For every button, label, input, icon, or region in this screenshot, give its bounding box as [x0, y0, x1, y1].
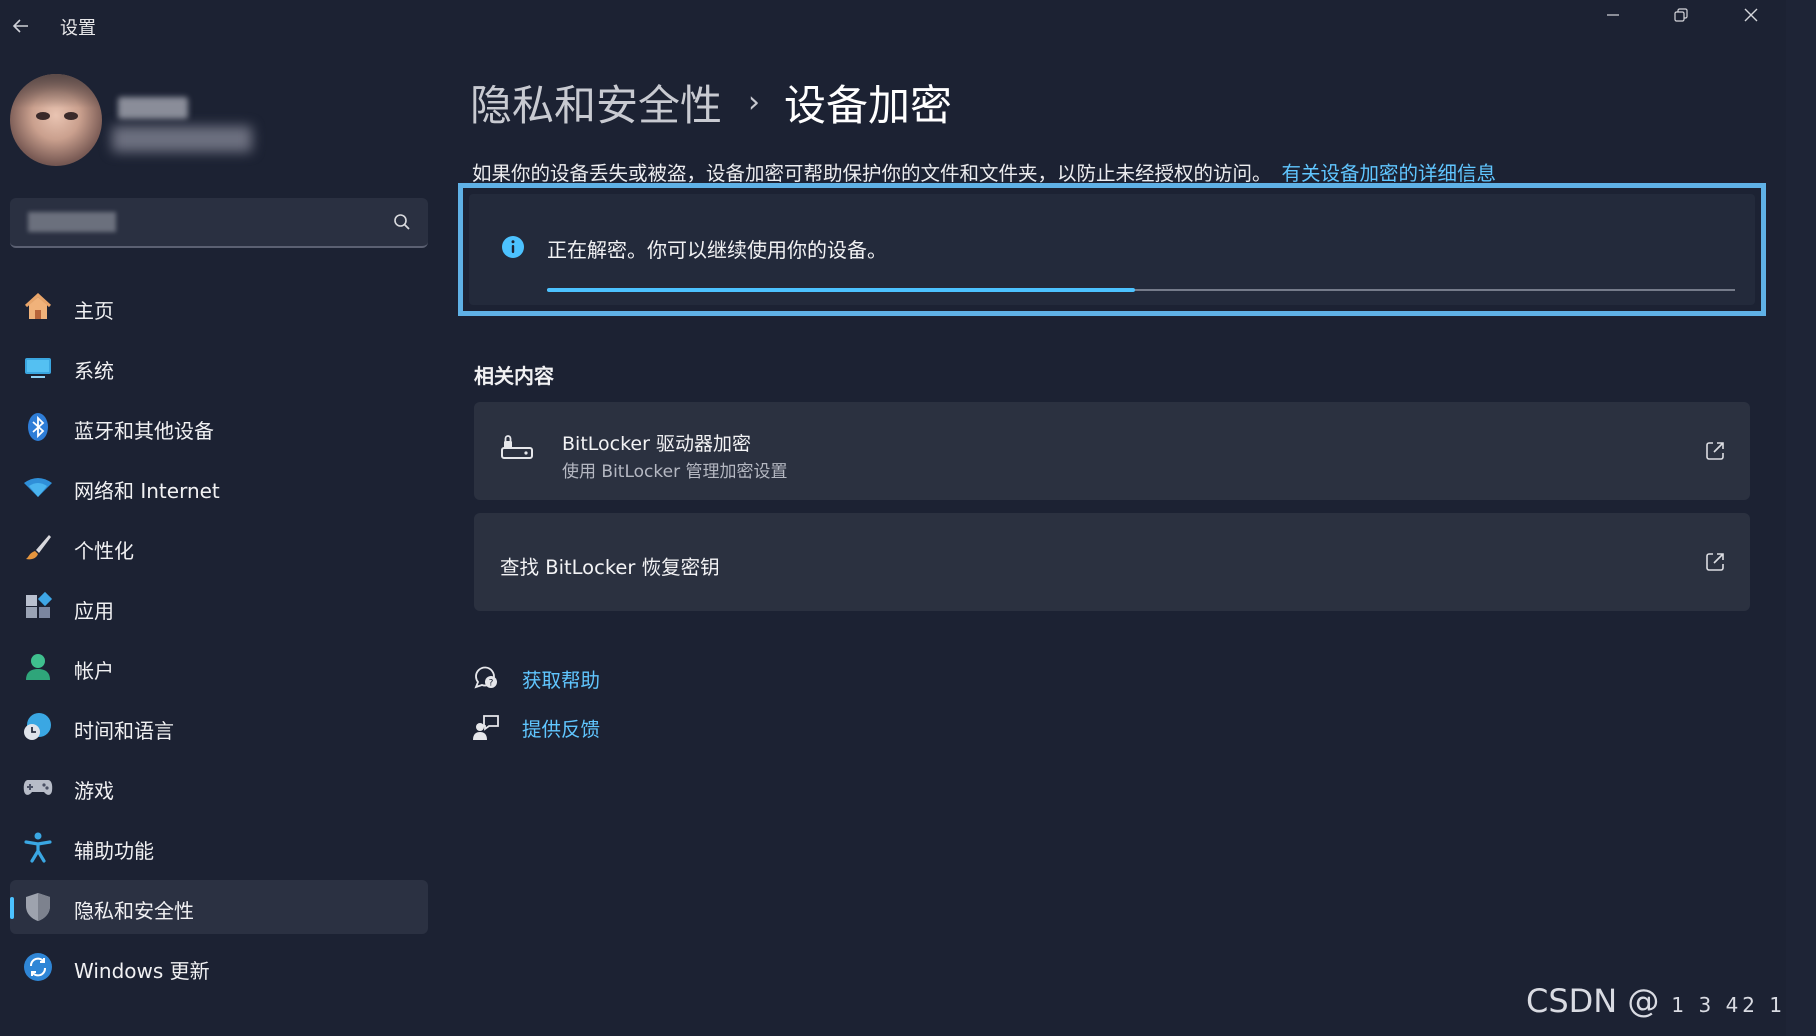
- find-recovery-key-card[interactable]: 查找 BitLocker 恢复密钥: [474, 513, 1750, 611]
- breadcrumb-parent[interactable]: 隐私和安全性: [470, 72, 722, 133]
- sidebar-item-system[interactable]: 系统: [10, 340, 428, 394]
- close-button[interactable]: [1722, 0, 1780, 30]
- gamepad-icon: [22, 771, 54, 803]
- paintbrush-icon: [22, 531, 54, 563]
- window-edge: [1786, 0, 1816, 1036]
- get-help-link[interactable]: ? 获取帮助: [472, 663, 600, 693]
- profile-email-blurred: [112, 126, 252, 152]
- decryption-status-highlight: 正在解密。你可以继续使用你的设备。: [458, 183, 1766, 316]
- arrow-left-icon: [12, 19, 28, 33]
- minimize-icon: [1607, 14, 1619, 16]
- open-external-icon: [1706, 442, 1724, 460]
- watermark: CSDN @ 1 3 42 1: [1526, 982, 1786, 1020]
- bitlocker-drive-encryption-card[interactable]: BitLocker 驱动器加密 使用 BitLocker 管理加密设置: [474, 402, 1750, 500]
- card-subtitle: 使用 BitLocker 管理加密设置: [562, 462, 788, 482]
- back-button[interactable]: [8, 13, 34, 39]
- sidebar-item-home[interactable]: 主页: [10, 280, 428, 334]
- account-icon: [22, 651, 54, 683]
- related-section-title: 相关内容: [474, 364, 554, 388]
- settings-window: 设置 主页 系统 蓝牙和其他设备 网络和 Internet 个性化 应用 帐户 …: [0, 0, 1786, 1036]
- card-title: 查找 BitLocker 恢复密钥: [500, 556, 720, 579]
- sidebar-item-privacy-security[interactable]: 隐私和安全性: [10, 880, 428, 934]
- learn-more-link[interactable]: 有关设备加密的详细信息: [1282, 162, 1497, 185]
- title-bar: 设置: [0, 0, 1786, 52]
- sidebar-item-gaming[interactable]: 游戏: [10, 760, 428, 814]
- sidebar-item-label: 应用: [74, 599, 114, 623]
- sidebar-item-windows-update[interactable]: Windows 更新: [10, 940, 428, 994]
- sidebar-item-personalization[interactable]: 个性化: [10, 520, 428, 574]
- system-display-icon: [22, 351, 54, 383]
- sidebar-item-label: Windows 更新: [74, 959, 210, 983]
- sidebar-item-label: 网络和 Internet: [74, 479, 220, 503]
- sidebar-item-label: 时间和语言: [74, 719, 174, 743]
- decryption-progress-fill: [547, 288, 1136, 292]
- shield-icon: [22, 891, 54, 923]
- search-icon[interactable]: [392, 212, 412, 232]
- app-title: 设置: [60, 18, 96, 39]
- close-icon: [1744, 8, 1758, 22]
- sidebar-item-bluetooth[interactable]: 蓝牙和其他设备: [10, 400, 428, 454]
- sidebar-item-label: 系统: [74, 359, 114, 383]
- status-text: 正在解密。你可以继续使用你的设备。: [547, 238, 887, 262]
- page-title: 设备加密: [784, 81, 953, 130]
- sidebar-item-accessibility[interactable]: 辅助功能: [10, 820, 428, 874]
- time-language-icon: [22, 711, 54, 743]
- sidebar-item-label: 隐私和安全性: [74, 899, 194, 923]
- svg-text:?: ?: [489, 679, 494, 689]
- search-box[interactable]: [10, 198, 428, 248]
- description-text: 如果你的设备丢失或被盗，设备加密可帮助保护你的文件和文件夹，以防止未经授权的访问…: [472, 162, 1272, 185]
- page-description: 如果你的设备丢失或被盗，设备加密可帮助保护你的文件和文件夹，以防止未经授权的访问…: [472, 157, 1496, 186]
- home-icon: [22, 291, 54, 323]
- apps-icon: [22, 591, 54, 623]
- watermark-suffix: 1 3 42 1: [1671, 993, 1787, 1017]
- sidebar-item-label: 辅助功能: [74, 839, 154, 863]
- info-icon: [502, 236, 524, 258]
- sidebar-item-network[interactable]: 网络和 Internet: [10, 460, 428, 514]
- bluetooth-icon: [22, 411, 54, 443]
- give-feedback-link[interactable]: 提供反馈: [472, 712, 600, 742]
- restore-button[interactable]: [1652, 0, 1710, 30]
- active-indicator: [10, 897, 14, 919]
- sidebar-item-accounts[interactable]: 帐户: [10, 640, 428, 694]
- get-help-label: 获取帮助: [522, 668, 601, 692]
- sidebar-item-label: 个性化: [74, 539, 134, 563]
- accessibility-icon: [22, 831, 54, 863]
- sidebar-item-label: 游戏: [74, 779, 114, 803]
- decryption-status-card: 正在解密。你可以继续使用你的设备。: [469, 194, 1755, 305]
- help-chat-icon: ?: [474, 666, 497, 689]
- restore-icon: [1674, 8, 1688, 22]
- sidebar-item-apps[interactable]: 应用: [10, 580, 428, 634]
- open-external-icon: [1706, 553, 1724, 571]
- profile-name-blurred: [118, 97, 188, 119]
- bitlocker-drive-icon: [501, 435, 533, 459]
- sidebar-item-time-language[interactable]: 时间和语言: [10, 700, 428, 754]
- give-feedback-label: 提供反馈: [522, 717, 601, 741]
- avatar[interactable]: [10, 74, 102, 166]
- decryption-progress-bar: [547, 288, 1735, 292]
- sidebar-item-label: 帐户: [74, 659, 114, 683]
- breadcrumb-separator: ›: [748, 85, 761, 120]
- breadcrumb: 隐私和安全性 › 设备加密: [470, 72, 952, 133]
- windows-update-icon: [22, 951, 54, 983]
- feedback-icon: [473, 715, 499, 740]
- search-input[interactable]: [28, 212, 116, 232]
- wifi-icon: [22, 471, 54, 503]
- sidebar-item-label: 主页: [74, 299, 114, 323]
- sidebar-item-label: 蓝牙和其他设备: [74, 419, 214, 443]
- minimize-button[interactable]: [1584, 0, 1642, 30]
- card-title: BitLocker 驱动器加密: [562, 433, 751, 455]
- watermark-text: CSDN @: [1526, 982, 1660, 1020]
